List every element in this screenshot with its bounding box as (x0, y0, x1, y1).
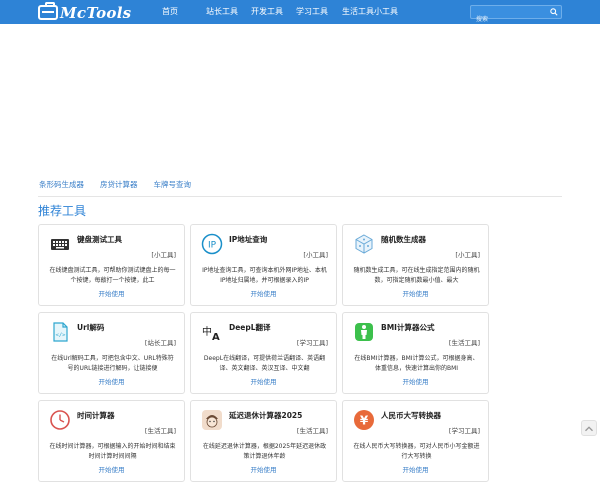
tool-card[interactable]: 键盘测试工具 [小工具] 在线键盘测试工具，可帮助你测试键盘上的每一个按键，每敲… (38, 224, 185, 306)
card-title: 延迟退休计算器2025 (229, 411, 303, 420)
tool-card[interactable]: 时间计算器 [生活工具] 在线时间计算器，可根据输入的开始时间和结束时间计算时间… (38, 400, 185, 482)
quick-links: 条形码生成器 房贷计算器 车牌号查询 (39, 179, 207, 190)
start-button[interactable]: 开始使用 (191, 376, 336, 386)
tool-card[interactable]: </> Url解码 [站长工具] 在线Url解码工具，可把包含中文、URL特殊符… (38, 312, 185, 394)
quick-link-mortgage[interactable]: 房贷计算器 (100, 179, 138, 190)
tool-card[interactable]: 中 A DeepL翻译 [学习工具] DeepL在线翻译，可提供荷兰语翻译、英语… (190, 312, 337, 394)
tool-card[interactable]: IP IP地址查询 [小工具] IP地址查询工具，可查询本机外网IP地址、本机I… (190, 224, 337, 306)
nav-item-webmaster[interactable]: 站长工具 (206, 0, 251, 24)
card-category: [生活工具] (296, 427, 328, 435)
svg-text:¥: ¥ (360, 414, 369, 428)
start-button[interactable]: 开始使用 (343, 464, 488, 474)
card-description: DeepL在线翻译，可提供荷兰语翻译、英语翻译、英文翻译、英汉互译、中文翻 (203, 355, 326, 372)
nav-item-life[interactable]: 生活工具 (342, 0, 374, 24)
chevron-up-icon (585, 426, 593, 432)
translate-icon: 中 A (202, 325, 220, 343)
dice-icon (355, 234, 373, 254)
card-description: 在线人民币大写转换器，可对人民币小写金额进行大写转换 (353, 443, 480, 460)
card-description: 在线键盘测试工具，可帮助你测试键盘上的每一个按键，每敲打一个按键，此工 (49, 267, 176, 284)
main-nav: 首页 站长工具 开发工具 学习工具 生活工具 小工具 (162, 0, 404, 24)
tool-card[interactable]: 延迟退休计算器2025 [生活工具] 在线延迟退休计算器，根据2025年延迟退休… (190, 400, 337, 482)
card-title: 时间计算器 (77, 411, 115, 420)
top-nav-bar: McTools 首页 站长工具 开发工具 学习工具 生活工具 小工具 (0, 0, 600, 26)
card-title: Url解码 (77, 323, 105, 332)
start-button[interactable]: 开始使用 (39, 464, 184, 474)
card-category: [生活工具] (144, 427, 176, 435)
search-icon[interactable] (550, 8, 558, 16)
section-divider (38, 196, 562, 197)
card-description: IP地址查询工具，可查询本机外网IP地址、本机IP地址归属地，并可根据录入的IP (202, 267, 327, 284)
search-input[interactable] (471, 13, 549, 26)
section-title: 推荐工具 (38, 204, 87, 218)
card-category: [学习工具] (296, 339, 328, 347)
card-title: 随机数生成器 (381, 235, 426, 244)
start-button[interactable]: 开始使用 (191, 288, 336, 298)
tool-card[interactable]: BMI计算器公式 [生活工具] 在线BMI计算器，BMI计算公式，可根据身高、体… (342, 312, 489, 394)
search-box (470, 5, 562, 26)
card-description: 在线BMI计算器，BMI计算公式，可根据身高、体重信息，快速计算出你的BMI (354, 355, 479, 372)
logo-text: McTools (60, 3, 132, 22)
card-category: [学习工具] (448, 427, 480, 435)
card-title: DeepL翻译 (229, 323, 271, 332)
start-button[interactable]: 开始使用 (343, 376, 488, 386)
start-button[interactable]: 开始使用 (39, 288, 184, 298)
tool-card[interactable]: 随机数生成器 [小工具] 随机数生成工具，可在线生成指定范围内的随机数，可指定随… (342, 224, 489, 306)
nav-item-small[interactable]: 小工具 (374, 0, 404, 24)
svg-text:中: 中 (202, 325, 212, 338)
clock-icon (50, 410, 70, 430)
nav-item-home[interactable]: 首页 (162, 0, 206, 24)
quick-link-plate[interactable]: 车牌号查询 (154, 179, 192, 190)
card-title: 键盘测试工具 (77, 235, 122, 244)
card-description: 在线时间计算器，可根据输入的开始时间和结束时间计算时间间隔 (49, 443, 176, 460)
start-button[interactable]: 开始使用 (343, 288, 488, 298)
quick-link-barcode[interactable]: 条形码生成器 (39, 179, 84, 190)
bmi-icon (355, 323, 373, 341)
yuan-icon: ¥ (354, 410, 374, 430)
site-logo[interactable]: McTools (38, 2, 132, 22)
card-category: [站长工具] (144, 339, 176, 347)
svg-text:A: A (212, 332, 220, 343)
ip-icon: IP (201, 233, 223, 255)
card-category: [生活工具] (448, 339, 480, 347)
start-button[interactable]: 开始使用 (39, 376, 184, 386)
card-title: IP地址查询 (229, 235, 268, 244)
card-category: [小工具] (151, 251, 176, 259)
svg-text:IP: IP (208, 241, 217, 251)
nav-item-study[interactable]: 学习工具 (296, 0, 342, 24)
back-to-top-button[interactable] (581, 420, 597, 436)
toolbox-icon (38, 2, 58, 20)
card-category: [小工具] (303, 251, 328, 259)
nav-item-dev[interactable]: 开发工具 (251, 0, 296, 24)
svg-text:</>: </> (56, 333, 67, 339)
tool-card[interactable]: ¥ 人民币大写转换器 [学习工具] 在线人民币大写转换器，可对人民币小写金额进行… (342, 400, 489, 482)
start-button[interactable]: 开始使用 (191, 464, 336, 474)
card-title: BMI计算器公式 (381, 323, 435, 332)
card-description: 在线延迟退休计算器，根据2025年延迟退休政策计算退休年龄 (202, 443, 327, 460)
retire-icon (202, 410, 222, 430)
keyboard-icon (51, 239, 69, 250)
url-file-icon: </> (53, 322, 68, 342)
card-description: 在线Url解码工具，可把包含中文、URL特殊符号的URL链接进行解码，让链接便 (51, 355, 174, 372)
card-description: 随机数生成工具，可在线生成指定范围内的随机数，可指定随机数最小值、最大 (353, 267, 480, 284)
card-title: 人民币大写转换器 (381, 411, 441, 420)
card-category: [小工具] (455, 251, 480, 259)
